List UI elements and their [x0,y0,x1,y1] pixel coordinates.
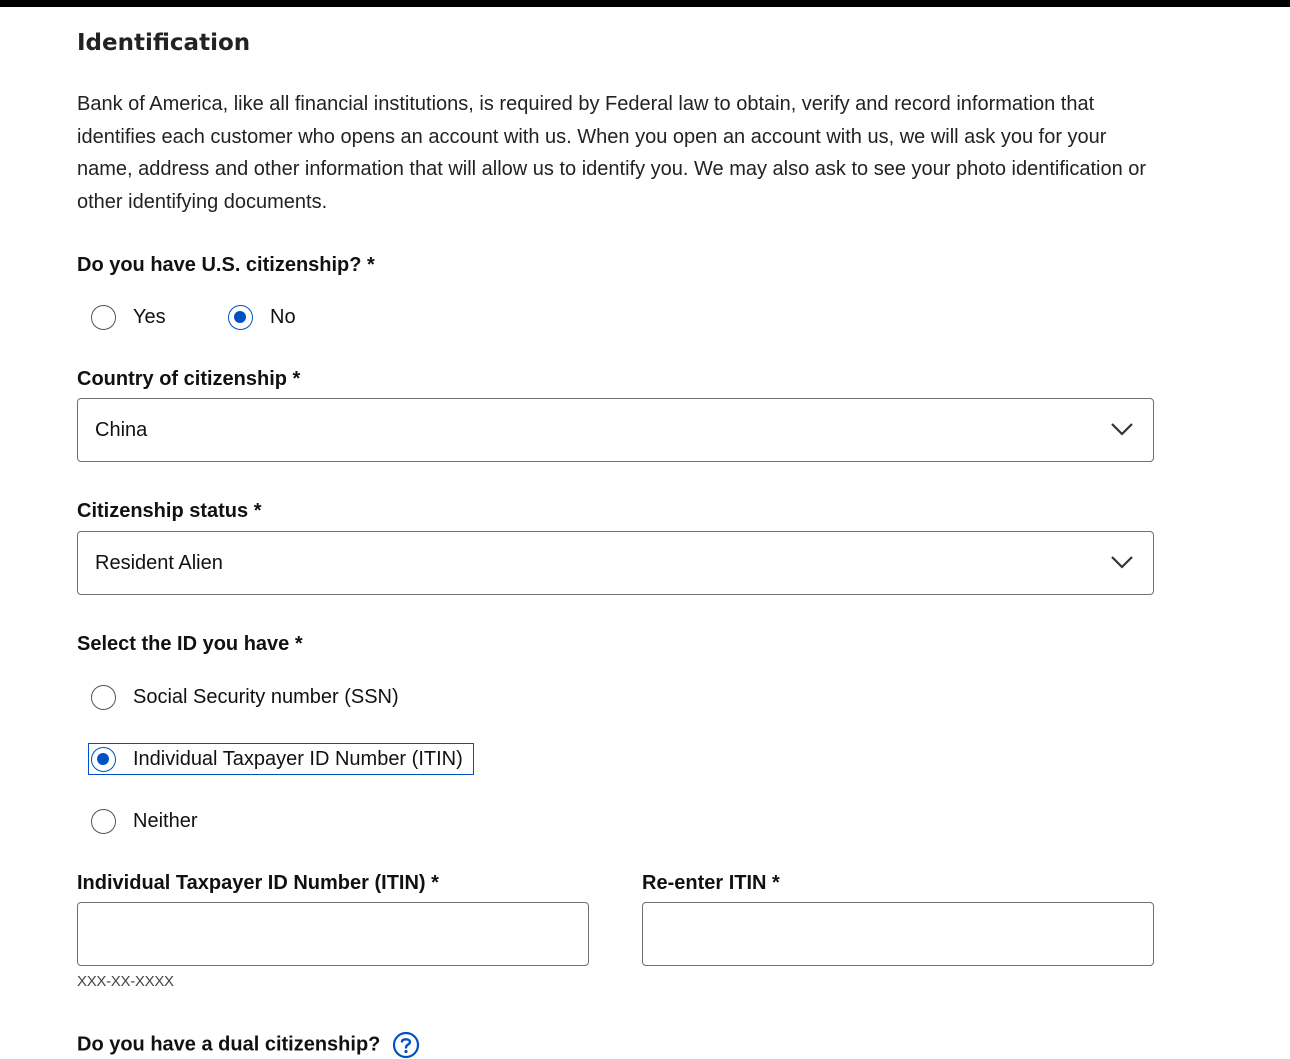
id-itin-radio[interactable]: Individual Taxpayer ID Number (ITIN) [88,743,474,775]
itin-format-hint: XXX-XX-XXXX [77,973,174,990]
itin-input[interactable] [77,902,589,966]
status-select[interactable]: Resident Alien [77,531,1154,595]
chevron-down-icon [1111,423,1133,436]
top-bar [0,0,1290,7]
radio-circle[interactable] [91,304,116,330]
itin-confirm-input[interactable] [642,902,1154,966]
dual-citizenship-question: Do you have a dual citizenship? [77,1031,420,1059]
chevron-down-icon [1111,556,1133,569]
radio-circle[interactable] [91,808,116,834]
radio-circle[interactable] [91,684,116,710]
status-value: Resident Alien [95,551,223,574]
citizenship-no-radio[interactable]: No [228,302,296,332]
country-label: Country of citizenship * [77,368,301,390]
id-type-label: Select the ID you have * [77,633,303,655]
radio-label: Individual Taxpayer ID Number (ITIN) [133,747,463,770]
itin-confirm-label: Re-enter ITIN * [642,872,780,894]
radio-label: Neither [133,809,198,832]
id-neither-radio[interactable]: Neither [91,806,197,836]
section-title: Identification [77,30,251,56]
country-select[interactable]: China [77,398,1154,462]
country-value: China [95,418,148,441]
status-label: Citizenship status * [77,500,262,522]
question-circle-icon[interactable] [392,1031,420,1059]
citizenship-question: Do you have U.S. citizenship? * [77,254,375,276]
itin-label: Individual Taxpayer ID Number (ITIN) * [77,872,439,894]
citizenship-yes-radio[interactable]: Yes [91,302,166,332]
id-ssn-radio[interactable]: Social Security number (SSN) [91,682,399,712]
radio-circle[interactable] [91,746,116,772]
intro-text: Bank of America, like all financial inst… [77,93,1147,213]
radio-label: Social Security number (SSN) [133,685,399,708]
radio-circle[interactable] [228,304,253,330]
radio-label: No [270,305,296,328]
radio-label: Yes [133,305,166,328]
